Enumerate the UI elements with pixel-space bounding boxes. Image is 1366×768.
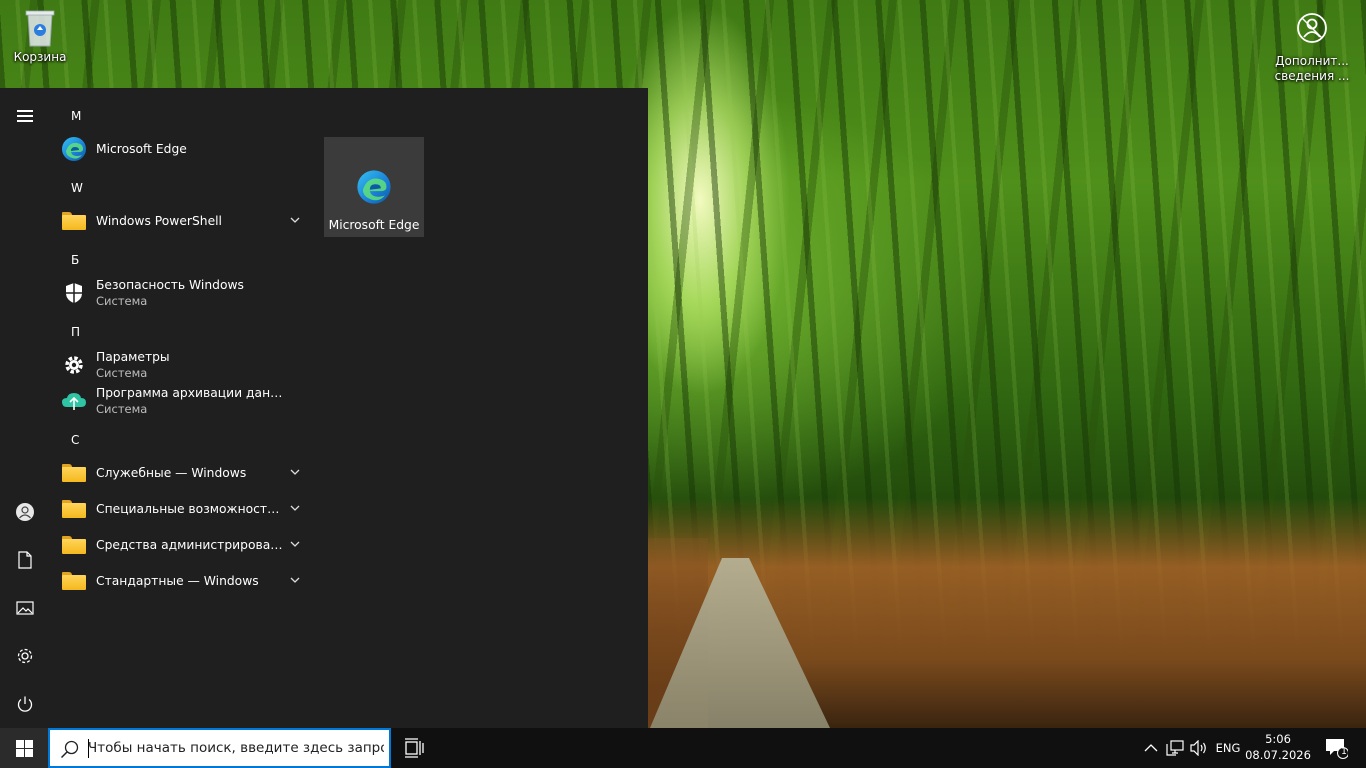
app-item-label: Стандартные — Windows [96,574,259,588]
user-icon[interactable] [0,492,50,532]
menu-icon[interactable] [0,96,50,136]
show-hidden-icons-icon[interactable] [1140,728,1162,768]
text-caret [88,739,89,758]
volume-icon[interactable] [1188,728,1210,768]
group-header-w[interactable]: W [71,181,83,195]
edge-icon [356,169,392,205]
backup-icon [60,387,88,415]
pictures-icon[interactable] [0,588,50,628]
notification-count: 1 [1341,747,1347,757]
app-item-sublabel: Система [96,402,148,416]
language-indicator[interactable]: ENG [1212,728,1244,768]
app-item-label: Программа архивации данных [96,386,286,400]
network-icon[interactable] [1164,728,1186,768]
app-item-system-tools[interactable]: Служебные — Windows [60,456,310,490]
app-item-label: Служебные — Windows [96,466,247,480]
action-center-button[interactable]: 1 [1316,728,1356,768]
app-item-admin-tools[interactable]: Средства администрирования W... [60,528,310,562]
app-item-settings[interactable]: Параметры Система [60,348,310,382]
app-item-windows-powershell[interactable]: Windows PowerShell [60,204,310,238]
chevron-down-icon [290,577,300,583]
group-header-m[interactable]: M [71,109,81,123]
edge-icon [60,135,88,163]
group-header-s[interactable]: С [71,433,79,447]
additional-info-label: Дополнит... сведения ... [1274,54,1350,83]
app-item-label: Windows PowerShell [96,214,222,228]
search-icon [60,740,79,759]
folder-icon [60,459,88,487]
app-item-label: Microsoft Edge [96,142,187,156]
recycle-bin-desktop-icon[interactable]: Корзина [0,6,80,65]
documents-icon[interactable] [0,540,50,580]
app-item-sublabel: Система [96,366,148,380]
folder-icon [60,495,88,523]
shield-icon [60,279,88,307]
app-item-accessibility[interactable]: Специальные возможности Win... [60,492,310,526]
folder-icon [60,207,88,235]
windows-logo-icon [15,739,33,757]
app-item-label: Специальные возможности Win... [96,502,286,516]
app-item-label: Средства администрирования W... [96,538,286,552]
taskbar-search-box[interactable]: Чтобы начать поиск, введите здесь запрос [48,728,391,768]
app-item-label: Безопасность Windows [96,278,244,292]
app-item-windows-security[interactable]: Безопасность Windows Система [60,276,310,310]
task-view-icon[interactable] [404,738,426,758]
clock[interactable]: 5:06 08.07.2026 [1244,731,1312,763]
start-button[interactable] [0,728,48,768]
app-item-sublabel: Система [96,294,148,308]
app-item-accessories[interactable]: Стандартные — Windows [60,564,310,598]
info-person-icon [1296,12,1328,44]
chevron-down-icon [290,541,300,547]
search-placeholder: Чтобы начать поиск, введите здесь запрос [88,740,384,756]
chevron-down-icon [290,469,300,475]
group-header-b[interactable]: Б [71,253,79,267]
group-header-p[interactable]: П [71,325,80,339]
recycle-bin-icon [23,6,57,48]
chevron-down-icon [290,505,300,511]
recycle-bin-label: Корзина [13,50,67,64]
folder-icon [60,531,88,559]
power-icon[interactable] [0,684,50,724]
additional-info-desktop-icon[interactable]: Дополнит... сведения ... [1272,12,1352,84]
gear-icon [60,351,88,379]
chevron-down-icon [290,217,300,223]
tile-microsoft-edge[interactable]: Microsoft Edge [324,137,424,237]
settings-icon[interactable] [0,636,50,676]
tile-label: Microsoft Edge [328,218,420,232]
app-item-microsoft-edge[interactable]: Microsoft Edge [60,132,310,166]
clock-time: 5:06 [1265,732,1291,746]
folder-icon [60,567,88,595]
taskbar: Чтобы начать поиск, введите здесь запрос… [0,728,1366,768]
clock-date: 08.07.2026 [1245,748,1311,762]
start-rail [0,88,50,728]
app-item-label: Параметры [96,350,170,364]
app-item-backup[interactable]: Программа архивации данных Система [60,384,310,418]
start-menu: M Microsoft Edge W Windows PowerShell Б [0,88,648,728]
